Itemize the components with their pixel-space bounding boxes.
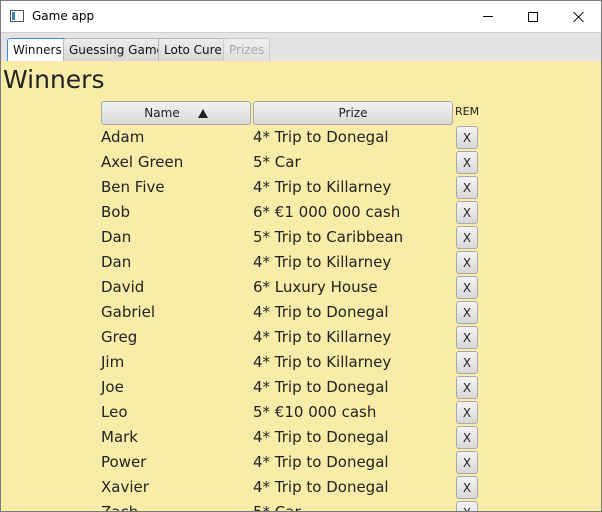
- maximize-button[interactable]: [510, 1, 556, 32]
- table-row[interactable]: Mark 4* Trip to Donegal X: [1, 425, 601, 450]
- winner-name: Dan: [101, 228, 132, 246]
- winner-prize: 5* €10 000 cash: [253, 403, 377, 421]
- table-row[interactable]: Leo 5* €10 000 cash X: [1, 400, 601, 425]
- table-row[interactable]: Bob 6* €1 000 000 cash X: [1, 200, 601, 225]
- winner-prize: 4* Trip to Donegal: [253, 453, 389, 471]
- remove-winner-button[interactable]: X: [456, 401, 478, 424]
- winners-panel: Winners Name Prize REM Adam 4* Trip to Do…: [1, 61, 601, 512]
- winner-prize: 4* Trip to Killarney: [253, 178, 392, 196]
- remove-winner-button[interactable]: X: [456, 151, 478, 174]
- prize-column-label: Prize: [338, 106, 368, 120]
- remove-winner-button[interactable]: X: [456, 476, 478, 499]
- winner-prize: 4* Trip to Killarney: [253, 328, 392, 346]
- close-icon: [573, 11, 585, 23]
- winner-name: Joe: [101, 378, 124, 396]
- table-row[interactable]: Power 4* Trip to Donegal X: [1, 450, 601, 475]
- winner-name: Axel Green: [101, 153, 184, 171]
- winner-name: Mark: [101, 428, 138, 446]
- table-row[interactable]: Gabriel 4* Trip to Donegal X: [1, 300, 601, 325]
- winner-prize: 4* Trip to Donegal: [253, 128, 389, 146]
- tab-loto-cure[interactable]: Loto Cure: [158, 38, 228, 62]
- window-app-icon: [10, 10, 24, 22]
- winner-prize: 6* €1 000 000 cash: [253, 203, 401, 221]
- table-row[interactable]: Dan 4* Trip to Killarney X: [1, 250, 601, 275]
- winner-prize: 5* Trip to Caribbean: [253, 228, 404, 246]
- table-row[interactable]: Xavier 4* Trip to Donegal X: [1, 475, 601, 500]
- table-row[interactable]: Zach 5* Car X: [1, 500, 601, 512]
- table-row[interactable]: Joe 4* Trip to Donegal X: [1, 375, 601, 400]
- app-window: Game app Winners Guessing Game Loto Cure…: [0, 0, 602, 512]
- minimize-icon: [483, 16, 493, 17]
- table-row[interactable]: Adam 4* Trip to Donegal X: [1, 125, 601, 150]
- table-row[interactable]: Axel Green 5* Car X: [1, 150, 601, 175]
- winner-name: Xavier: [101, 478, 149, 496]
- table-row[interactable]: Greg 4* Trip to Killarney X: [1, 325, 601, 350]
- tab-winners[interactable]: Winners: [7, 38, 68, 62]
- tab-guessing-game[interactable]: Guessing Game: [63, 38, 170, 62]
- remove-winner-button[interactable]: X: [456, 376, 478, 399]
- winner-name: Bob: [101, 203, 130, 221]
- winner-name: Dan: [101, 253, 132, 271]
- tab-prizes: Prizes: [223, 38, 271, 62]
- winner-name: Power: [101, 453, 147, 471]
- table-row[interactable]: Dan 5* Trip to Caribbean X: [1, 225, 601, 250]
- remove-winner-button[interactable]: X: [456, 201, 478, 224]
- remove-winner-button[interactable]: X: [456, 501, 478, 511]
- winner-name: Adam: [101, 128, 145, 146]
- winner-name: Gabriel: [101, 303, 156, 321]
- winner-prize: 5* Car: [253, 153, 301, 171]
- sort-ascending-icon: [197, 108, 208, 118]
- name-column-label: Name: [144, 106, 180, 120]
- winner-prize: 4* Trip to Killarney: [253, 253, 392, 271]
- remove-winner-button[interactable]: X: [456, 451, 478, 474]
- table-row[interactable]: Jim 4* Trip to Killarney X: [1, 350, 601, 375]
- winner-name: Leo: [101, 403, 128, 421]
- remove-winner-button[interactable]: X: [456, 126, 478, 149]
- winner-name: Zach: [101, 503, 139, 512]
- winner-name: Greg: [101, 328, 138, 346]
- winner-prize: 5* Car: [253, 503, 301, 512]
- tab-bar: Winners Guessing Game Loto Cure Prizes: [1, 32, 601, 62]
- winner-prize: 4* Trip to Killarney: [253, 353, 392, 371]
- maximize-icon: [528, 11, 538, 22]
- winner-prize: 6* Luxury House: [253, 278, 378, 296]
- window-title: Game app: [32, 9, 95, 23]
- remove-winner-button[interactable]: X: [456, 351, 478, 374]
- winner-prize: 4* Trip to Donegal: [253, 428, 389, 446]
- remove-winner-button[interactable]: X: [456, 326, 478, 349]
- table-row[interactable]: David 6* Luxury House X: [1, 275, 601, 300]
- remove-winner-button[interactable]: X: [456, 176, 478, 199]
- prize-column-header[interactable]: Prize: [253, 101, 453, 125]
- winner-name: Ben Five: [101, 178, 165, 196]
- remove-winner-button[interactable]: X: [456, 226, 478, 249]
- remove-winner-button[interactable]: X: [456, 426, 478, 449]
- winner-prize: 4* Trip to Donegal: [253, 378, 389, 396]
- remove-winner-button[interactable]: X: [456, 301, 478, 324]
- winner-name: David: [101, 278, 145, 296]
- winner-name: Jim: [101, 353, 125, 371]
- remove-winner-button[interactable]: X: [456, 251, 478, 274]
- page-title: Winners: [3, 65, 105, 94]
- close-button[interactable]: [556, 1, 601, 32]
- title-bar[interactable]: Game app: [1, 1, 601, 32]
- remove-column-header: REM: [455, 105, 480, 118]
- remove-winner-button[interactable]: X: [456, 276, 478, 299]
- minimize-button[interactable]: [465, 1, 511, 32]
- winner-prize: 4* Trip to Donegal: [253, 303, 389, 321]
- table-row[interactable]: Ben Five 4* Trip to Killarney X: [1, 175, 601, 200]
- winner-prize: 4* Trip to Donegal: [253, 478, 389, 496]
- name-column-header[interactable]: Name: [101, 101, 251, 125]
